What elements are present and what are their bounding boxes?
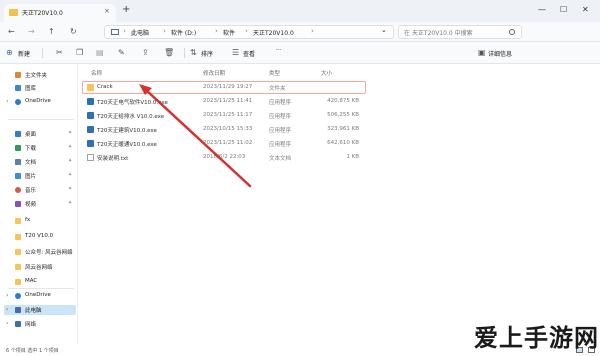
annotation-arrow [139,84,252,188]
watermark-text: 爱上手游网 [474,324,599,352]
